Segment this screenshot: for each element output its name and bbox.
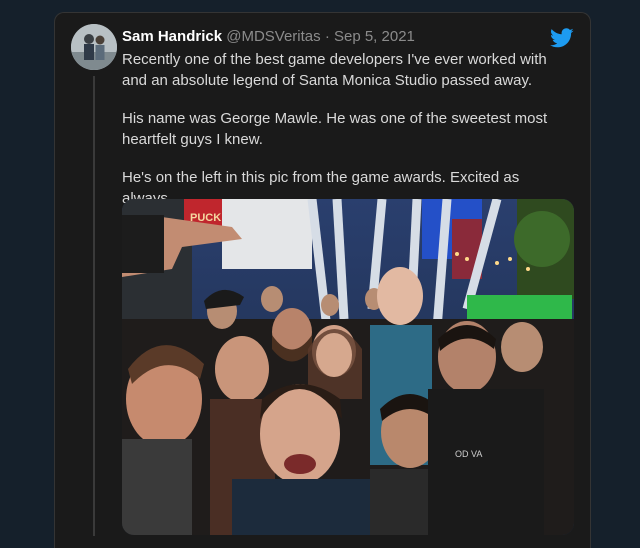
- author-handle[interactable]: @MDSVeritas: [226, 28, 320, 45]
- author-name[interactable]: Sam Handrick: [122, 28, 222, 45]
- tweet-date[interactable]: Sep 5, 2021: [334, 28, 415, 45]
- tweet-photo[interactable]: PUCK OD VA: [122, 199, 574, 535]
- tweet-paragraph: His name was George Mawle. He was one of…: [122, 110, 548, 148]
- author-avatar[interactable]: [71, 24, 117, 70]
- twitter-bird-icon[interactable]: [550, 26, 574, 50]
- group-selfie-image: PUCK OD VA: [122, 199, 574, 535]
- separator-dot: ·: [324, 28, 330, 45]
- thread-line: [93, 76, 95, 536]
- shirt-text: OD VA: [455, 449, 482, 459]
- tweet-header: Sam Handrick @MDSVeritas · Sep 5, 2021: [122, 27, 550, 47]
- tweet-card[interactable]: Sam Handrick @MDSVeritas · Sep 5, 2021 R…: [54, 12, 591, 548]
- tweet-paragraph: Recently one of the best game developers…: [122, 51, 547, 89]
- avatar-image: [71, 24, 117, 70]
